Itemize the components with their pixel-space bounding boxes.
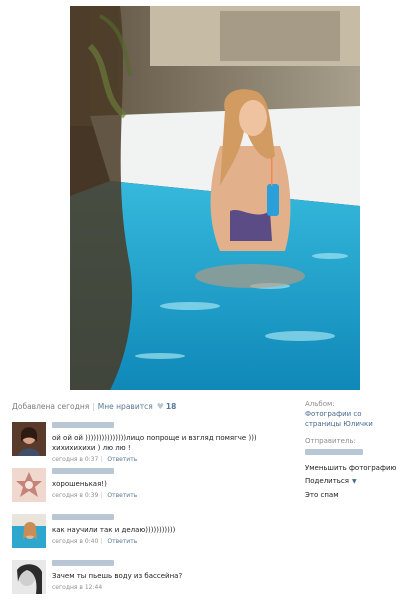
comment-author-redacted[interactable] (52, 422, 114, 428)
reply-link[interactable]: Ответить (107, 456, 137, 463)
comment-footer: сегодня в 12:44 (52, 584, 287, 591)
comment-item: ой ой ой )))))))))))))))лицо попроще и в… (12, 418, 287, 464)
comment-item: как научили так и делаю))))))))))) сегод… (12, 510, 287, 556)
like-button[interactable]: Мне нравится (98, 402, 153, 411)
footer-divider: | (100, 456, 103, 463)
album-link[interactable]: Фотографии со страницы Юлички (305, 409, 397, 429)
comments-list: ой ой ой )))))))))))))))лицо попроще и в… (12, 418, 287, 602)
comment-footer: сегодня в 0:40 | Ответить (52, 538, 287, 545)
reduce-photo-link[interactable]: Уменьшить фотографию (305, 463, 397, 473)
comment-author-redacted[interactable] (52, 560, 114, 566)
avatar[interactable] (12, 560, 46, 594)
avatar[interactable] (12, 422, 46, 456)
sender-label: Отправитель: (305, 437, 356, 445)
share-label: Поделиться (305, 477, 349, 485)
comment-footer: сегодня в 0:39 | Ответить (52, 492, 287, 499)
comment-text: хорошенькая!) (52, 480, 107, 488)
comment-item: хорошенькая!) сегодня в 0:39 | Ответить (12, 464, 287, 510)
comment-text: как научили так и делаю))))))))))) (52, 526, 176, 534)
comment-author-redacted[interactable] (52, 468, 114, 474)
photo-image (70, 6, 360, 390)
footer-divider: | (100, 492, 103, 499)
reply-link[interactable]: Ответить (107, 538, 137, 545)
spam-link[interactable]: Это спам (305, 490, 397, 500)
photo-viewer[interactable] (70, 6, 360, 390)
comment-item: Зачем ты пьешь воду из бассейна? сегодня… (12, 556, 287, 602)
album-label: Альбом: (305, 400, 335, 408)
comment-author-redacted[interactable] (52, 514, 114, 520)
sender-name-redacted[interactable] (305, 449, 363, 455)
footer-divider: | (100, 538, 103, 545)
avatar[interactable] (12, 468, 46, 502)
avatar[interactable] (12, 514, 46, 548)
photo-meta: Добавлена сегодня | Мне нравится ♥ 18 (12, 402, 176, 412)
like-count: 18 (165, 402, 177, 411)
comment-time: сегодня в 0:39 (52, 492, 99, 499)
comment-text: ой ой ой )))))))))))))))лицо попроще и в… (52, 434, 257, 452)
comment-text: Зачем ты пьешь воду из бассейна? (52, 572, 183, 580)
comment-time: сегодня в 12:44 (52, 584, 103, 591)
photo-sidebar: Альбом: Фотографии со страницы Юлички От… (305, 399, 397, 503)
comment-time: сегодня в 0:37 (52, 456, 99, 463)
comment-time: сегодня в 0:40 (52, 538, 99, 545)
heart-icon[interactable]: ♥ (157, 402, 164, 412)
reply-link[interactable]: Ответить (107, 492, 137, 499)
comment-footer: сегодня в 0:37 | Ответить (52, 456, 287, 463)
share-menu[interactable]: Поделиться ▼ (305, 476, 397, 487)
meta-divider: | (92, 402, 95, 411)
chevron-down-icon: ▼ (351, 478, 357, 485)
added-date: Добавлена сегодня (12, 402, 90, 411)
